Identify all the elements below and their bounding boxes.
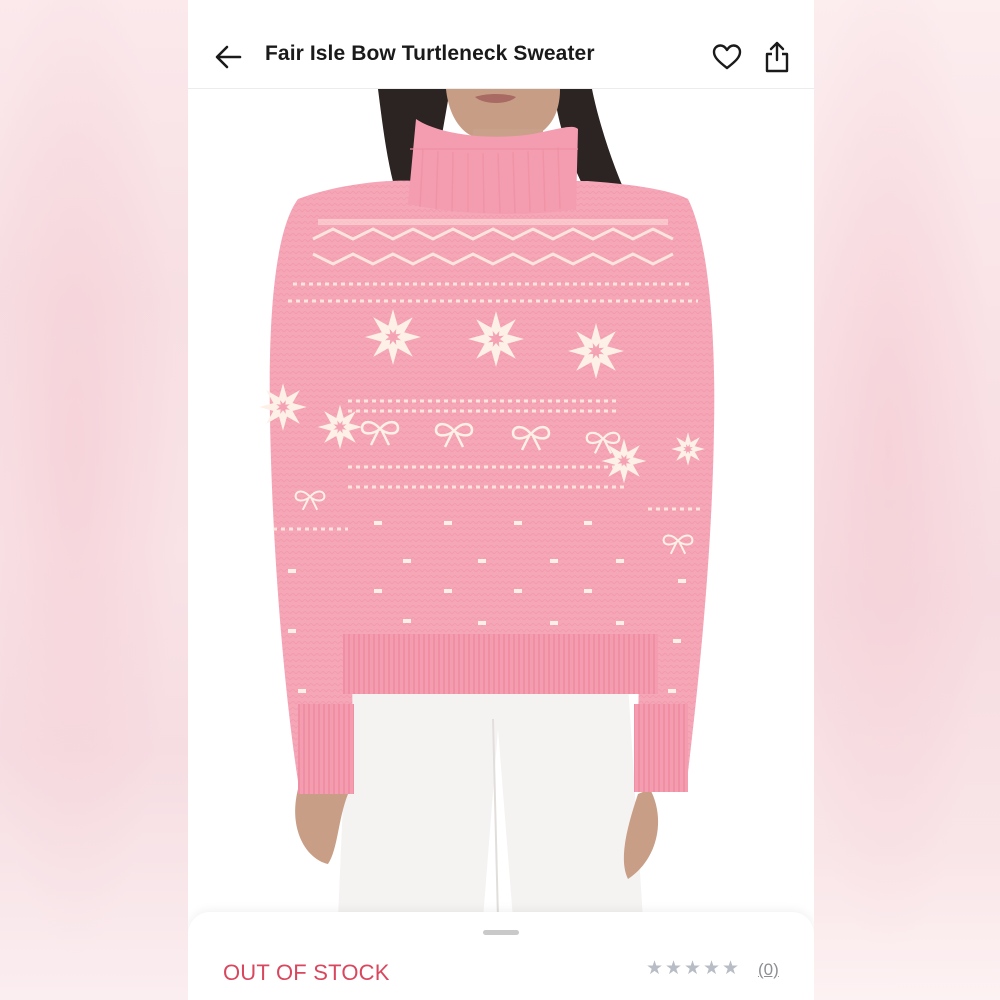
star-icon: ★ <box>646 958 664 979</box>
product-photo <box>259 89 715 919</box>
heart-outline-icon <box>712 44 742 70</box>
stock-status: OUT OF STOCK <box>223 960 390 985</box>
product-info-sheet[interactable]: OUT OF STOCK ★ ★ ★ ★ ★ (0) <box>188 912 814 1000</box>
star-icon: ★ <box>703 958 721 979</box>
rating-stars: ★ ★ ★ ★ ★ <box>646 958 740 979</box>
app-screen: Fair Isle Bow Turtleneck Sweater OUT OF … <box>188 0 814 1000</box>
review-count-link[interactable]: (0) <box>758 960 779 980</box>
sheet-drag-handle[interactable] <box>483 930 519 935</box>
back-button[interactable] <box>212 40 246 74</box>
right-blur-gutter <box>814 0 1000 1000</box>
share-icon <box>765 41 789 73</box>
star-icon: ★ <box>722 958 740 979</box>
share-button[interactable] <box>763 40 791 74</box>
star-icon: ★ <box>684 958 702 979</box>
left-blur-gutter <box>0 0 188 1000</box>
page-title: Fair Isle Bow Turtleneck Sweater <box>265 42 595 65</box>
product-image[interactable] <box>188 89 814 919</box>
top-app-bar: Fair Isle Bow Turtleneck Sweater <box>188 0 814 89</box>
favorite-button[interactable] <box>712 43 742 71</box>
arrow-left-icon <box>215 45 242 69</box>
star-icon: ★ <box>665 958 683 979</box>
